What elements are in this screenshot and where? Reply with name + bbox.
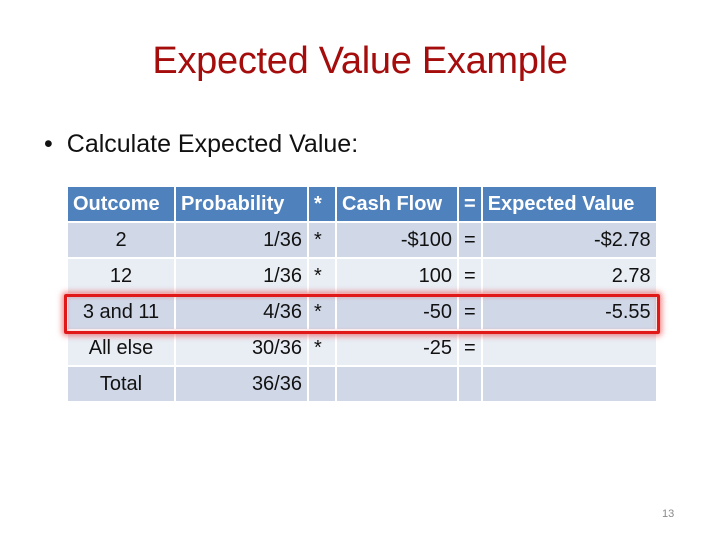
cell-outcome: 3 and 11 xyxy=(68,295,174,331)
header-expected-value: Expected Value xyxy=(482,187,656,223)
cell-multiply: * xyxy=(309,295,335,331)
cell-multiply xyxy=(309,367,335,403)
header-multiply: * xyxy=(309,187,335,223)
cell-equals: = xyxy=(459,295,481,331)
table-row-total: Total 36/36 xyxy=(68,367,656,403)
table-row: All else 30/36 * -25 = xyxy=(68,331,656,367)
header-cash-flow: Cash Flow xyxy=(337,187,457,223)
cell-outcome: 12 xyxy=(68,259,174,295)
bullet-marker: • xyxy=(44,130,53,158)
table-row: 2 1/36 * -$100 = -$2.78 xyxy=(68,223,656,259)
header-probability: Probability xyxy=(176,187,307,223)
cell-cash-flow xyxy=(337,367,457,403)
cell-multiply: * xyxy=(309,259,335,295)
cell-cash-flow: 100 xyxy=(337,259,457,295)
cell-cash-flow: -25 xyxy=(337,331,457,367)
cell-expected-value xyxy=(482,367,656,403)
cell-probability: 1/36 xyxy=(176,259,307,295)
cell-multiply: * xyxy=(309,223,335,259)
cell-equals xyxy=(459,367,481,403)
cell-equals: = xyxy=(459,331,481,367)
cell-equals: = xyxy=(459,259,481,295)
cell-probability: 1/36 xyxy=(176,223,307,259)
cell-cash-flow: -50 xyxy=(337,295,457,331)
cell-outcome: Total xyxy=(68,367,174,403)
cell-probability: 4/36 xyxy=(176,295,307,331)
table-row-highlighted: 3 and 11 4/36 * -50 = -5.55 xyxy=(68,295,656,331)
slide-title: Expected Value Example xyxy=(152,40,568,82)
table-row: 12 1/36 * 100 = 2.78 xyxy=(68,259,656,295)
cell-expected-value: 2.78 xyxy=(482,259,656,295)
cell-outcome: All else xyxy=(68,331,174,367)
cell-expected-value xyxy=(482,331,656,367)
expected-value-table: Outcome Probability * Cash Flow = Expect… xyxy=(66,187,658,403)
cell-expected-value: -$2.78 xyxy=(482,223,656,259)
cell-cash-flow: -$100 xyxy=(337,223,457,259)
cell-probability: 30/36 xyxy=(176,331,307,367)
cell-expected-value: -5.55 xyxy=(482,295,656,331)
cell-equals: = xyxy=(459,223,481,259)
bullet-point: • Calculate Expected Value: xyxy=(44,130,358,159)
page-number: 13 xyxy=(662,508,675,520)
bullet-text: Calculate Expected Value: xyxy=(66,130,359,158)
header-outcome: Outcome xyxy=(68,187,174,223)
header-equals: = xyxy=(459,187,481,223)
cell-probability: 36/36 xyxy=(176,367,307,403)
cell-outcome: 2 xyxy=(68,223,174,259)
cell-multiply: * xyxy=(309,331,335,367)
table-header-row: Outcome Probability * Cash Flow = Expect… xyxy=(68,187,656,223)
